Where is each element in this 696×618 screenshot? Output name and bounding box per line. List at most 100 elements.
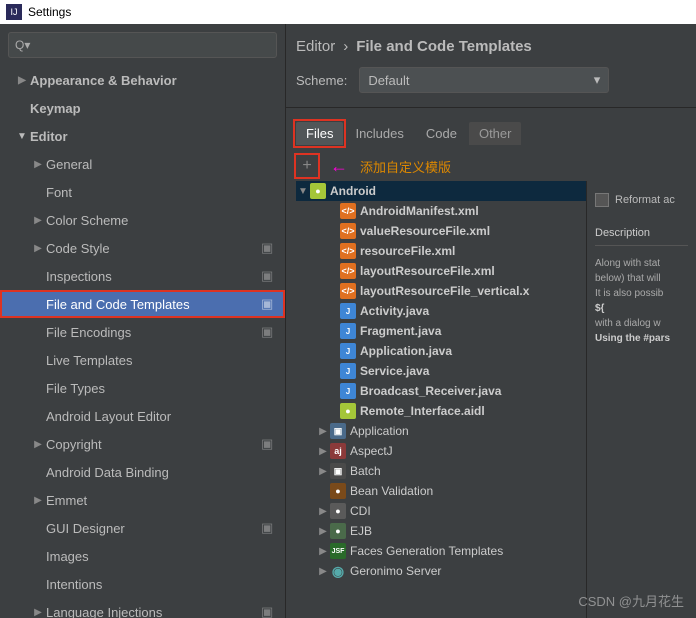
template-item[interactable]: </>layoutResourceFile.xml: [296, 261, 586, 281]
add-template-button[interactable]: +: [296, 155, 318, 177]
reformat-label: Reformat ac: [615, 194, 675, 206]
template-tree: ▼●Android</>AndroidManifest.xml</>valueR…: [296, 181, 586, 618]
sidebar-item[interactable]: ▶General: [0, 150, 285, 178]
sidebar-item-label: Live Templates: [46, 353, 277, 368]
java-icon: J: [340, 383, 356, 399]
template-item-label: Geronimo Server: [350, 564, 441, 578]
settings-main: Editor › File and Code Templates Scheme:…: [286, 24, 696, 618]
template-item[interactable]: JFragment.java: [296, 321, 586, 341]
template-tabs: FilesIncludesCodeOther: [286, 108, 696, 145]
template-item[interactable]: JService.java: [296, 361, 586, 381]
sidebar-item-label: Editor: [30, 129, 277, 144]
template-item[interactable]: ▼●Android: [296, 181, 586, 201]
search-icon: Q▾: [15, 38, 30, 52]
template-item[interactable]: </>valueResourceFile.xml: [296, 221, 586, 241]
project-badge-icon: ▣: [261, 324, 277, 340]
sidebar-item[interactable]: GUI Designer▣: [0, 514, 285, 542]
template-item[interactable]: ▶JSFFaces Generation Templates: [296, 541, 586, 561]
template-item-label: valueResourceFile.xml: [360, 224, 490, 238]
sidebar-item[interactable]: Android Data Binding: [0, 458, 285, 486]
chevron-right-icon: ▶: [316, 506, 330, 517]
sidebar-item[interactable]: ▶Emmet: [0, 486, 285, 514]
sidebar-item[interactable]: File Types: [0, 374, 285, 402]
template-item-label: Bean Validation: [350, 484, 433, 498]
template-item[interactable]: </> layoutResourceFile_vertical.x: [296, 281, 586, 301]
template-item-label: AspectJ: [350, 444, 393, 458]
window-title: Settings: [28, 5, 71, 19]
template-item[interactable]: J Application.java: [296, 341, 586, 361]
sidebar-item[interactable]: ▼Editor: [0, 122, 285, 150]
template-item[interactable]: J Broadcast_Receiver.java: [296, 381, 586, 401]
sidebar-item[interactable]: Keymap: [0, 94, 285, 122]
chevron-right-icon: ▶: [30, 439, 46, 450]
template-item[interactable]: JActivity.java: [296, 301, 586, 321]
sidebar-item[interactable]: Live Templates: [0, 346, 285, 374]
settings-tree: ▶Appearance & BehaviorKeymap▼Editor▶Gene…: [0, 66, 285, 618]
ejb-icon: ●: [330, 523, 346, 539]
desc-line: Using the #pars: [595, 331, 688, 346]
bean-icon: ●: [330, 483, 346, 499]
sidebar-item[interactable]: ▶Appearance & Behavior: [0, 66, 285, 94]
chevron-right-icon: ▶: [30, 243, 46, 254]
template-item[interactable]: ▶●CDI: [296, 501, 586, 521]
template-item[interactable]: ▶▣Batch: [296, 461, 586, 481]
template-item[interactable]: </>resourceFile.xml: [296, 241, 586, 261]
sidebar-item-label: Images: [46, 549, 277, 564]
chevron-down-icon: ▾: [594, 72, 601, 88]
sidebar-item[interactable]: File Encodings▣: [0, 318, 285, 346]
xml-icon: </>: [340, 203, 356, 219]
sidebar-item[interactable]: Font: [0, 178, 285, 206]
desc-line: It is also possib: [595, 286, 688, 301]
sidebar-item-label: File and Code Templates: [46, 297, 261, 312]
reformat-checkbox[interactable]: [595, 193, 609, 207]
template-item-label: Fragment.java: [360, 324, 441, 338]
template-item[interactable]: ▶●EJB: [296, 521, 586, 541]
project-badge-icon: ▣: [261, 520, 277, 536]
chevron-right-icon: ▶: [316, 446, 330, 457]
sidebar-item[interactable]: Android Layout Editor: [0, 402, 285, 430]
tab[interactable]: Other: [469, 122, 522, 145]
scheme-select[interactable]: Default ▾: [359, 67, 609, 93]
sidebar-item[interactable]: Inspections▣: [0, 262, 285, 290]
template-item-label: layoutResourceFile_vertical.x: [360, 284, 529, 298]
template-details: Reformat ac Description Along with statb…: [586, 181, 696, 618]
template-item[interactable]: ▶ajAspectJ: [296, 441, 586, 461]
java-icon: J: [340, 343, 356, 359]
tab[interactable]: Code: [416, 122, 467, 145]
template-item[interactable]: </>AndroidManifest.xml: [296, 201, 586, 221]
scheme-label: Scheme:: [296, 73, 347, 88]
sidebar-item[interactable]: Images: [0, 542, 285, 570]
tab[interactable]: Files: [296, 122, 343, 145]
template-item-label: CDI: [350, 504, 371, 518]
sidebar-item[interactable]: ▶Language Injections▣: [0, 598, 285, 618]
chevron-right-icon: ▶: [30, 495, 46, 506]
search-input[interactable]: Q▾: [8, 32, 277, 58]
settings-sidebar: Q▾ ▶Appearance & BehaviorKeymap▼Editor▶G…: [0, 24, 286, 618]
desc-line: ${: [595, 301, 688, 316]
globe-icon: ◉: [330, 563, 346, 579]
chevron-right-icon: ▶: [316, 426, 330, 437]
annotation-arrow-icon: ←: [330, 156, 348, 177]
template-item[interactable]: ▶◉Geronimo Server: [296, 561, 586, 581]
sidebar-item[interactable]: ▶Color Scheme: [0, 206, 285, 234]
template-item[interactable]: ●Remote_Interface.aidl: [296, 401, 586, 421]
scheme-value: Default: [368, 73, 409, 88]
template-item-label: Broadcast_Receiver.java: [360, 384, 501, 398]
chevron-right-icon: ▶: [30, 159, 46, 170]
template-item[interactable]: ▶▣ Application: [296, 421, 586, 441]
xml-icon: </>: [340, 283, 356, 299]
breadcrumb-leaf: File and Code Templates: [356, 38, 532, 55]
template-item-label: Application.java: [360, 344, 452, 358]
tab[interactable]: Includes: [345, 122, 413, 145]
batch-icon: ▣: [330, 463, 346, 479]
folder-icon: ▣: [330, 423, 346, 439]
breadcrumb-root: Editor: [296, 38, 335, 55]
sidebar-item[interactable]: File and Code Templates▣: [0, 290, 285, 318]
sidebar-item[interactable]: Intentions: [0, 570, 285, 598]
template-item-label: Application: [350, 424, 409, 438]
template-item[interactable]: ● Bean Validation: [296, 481, 586, 501]
description-body: Along with statbelow) that willIt is als…: [595, 256, 688, 346]
sidebar-item-label: Inspections: [46, 269, 261, 284]
sidebar-item[interactable]: ▶Copyright▣: [0, 430, 285, 458]
sidebar-item[interactable]: ▶Code Style▣: [0, 234, 285, 262]
